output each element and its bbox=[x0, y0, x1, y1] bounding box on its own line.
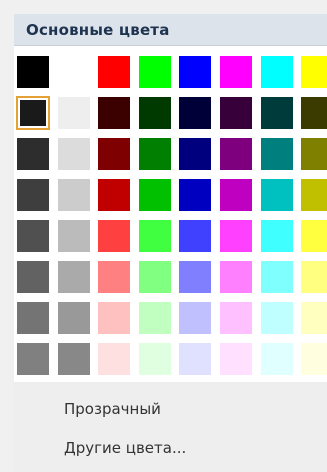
color-swatch[interactable] bbox=[58, 261, 90, 293]
color-swatch[interactable] bbox=[301, 261, 327, 293]
color-swatch[interactable] bbox=[58, 138, 90, 170]
color-swatch[interactable] bbox=[220, 97, 252, 129]
color-swatch[interactable] bbox=[179, 261, 211, 293]
color-swatch[interactable] bbox=[58, 302, 90, 334]
color-swatch[interactable] bbox=[98, 97, 130, 129]
color-swatch[interactable] bbox=[261, 56, 293, 88]
color-swatch[interactable] bbox=[139, 343, 171, 375]
color-swatch[interactable] bbox=[220, 56, 252, 88]
color-swatch[interactable] bbox=[139, 179, 171, 211]
color-swatch[interactable] bbox=[98, 179, 130, 211]
color-swatch[interactable] bbox=[98, 261, 130, 293]
color-swatch[interactable] bbox=[301, 179, 327, 211]
color-swatch[interactable] bbox=[261, 179, 293, 211]
color-swatch[interactable] bbox=[261, 138, 293, 170]
color-swatch[interactable] bbox=[179, 179, 211, 211]
color-swatch[interactable] bbox=[98, 302, 130, 334]
color-swatch[interactable] bbox=[220, 343, 252, 375]
color-swatch[interactable] bbox=[98, 56, 130, 88]
color-swatch[interactable] bbox=[139, 97, 171, 129]
color-swatch[interactable] bbox=[301, 56, 327, 88]
color-swatch[interactable] bbox=[301, 220, 327, 252]
color-swatch[interactable] bbox=[58, 97, 90, 129]
color-swatch[interactable] bbox=[179, 220, 211, 252]
color-swatch[interactable] bbox=[179, 138, 211, 170]
color-swatch[interactable] bbox=[139, 220, 171, 252]
color-swatch[interactable] bbox=[220, 261, 252, 293]
color-swatch[interactable] bbox=[179, 302, 211, 334]
color-swatch-selected[interactable] bbox=[16, 96, 50, 130]
color-swatch[interactable] bbox=[139, 302, 171, 334]
palette-title: Основные цвета bbox=[26, 21, 170, 39]
color-swatch[interactable] bbox=[98, 343, 130, 375]
color-swatch[interactable] bbox=[261, 343, 293, 375]
color-swatch[interactable] bbox=[220, 138, 252, 170]
color-swatch[interactable] bbox=[301, 97, 327, 129]
color-swatch[interactable] bbox=[58, 179, 90, 211]
color-swatch[interactable] bbox=[17, 343, 49, 375]
color-swatch[interactable] bbox=[98, 138, 130, 170]
color-swatch[interactable] bbox=[58, 343, 90, 375]
color-palette bbox=[14, 46, 327, 382]
color-swatch[interactable] bbox=[179, 56, 211, 88]
color-swatch[interactable] bbox=[17, 179, 49, 211]
color-swatch[interactable] bbox=[220, 302, 252, 334]
color-swatch[interactable] bbox=[58, 220, 90, 252]
color-swatch[interactable] bbox=[261, 302, 293, 334]
color-swatch[interactable] bbox=[179, 97, 211, 129]
color-swatch[interactable] bbox=[301, 138, 327, 170]
color-swatch[interactable] bbox=[58, 56, 90, 88]
color-swatch[interactable] bbox=[220, 179, 252, 211]
color-swatch[interactable] bbox=[17, 261, 49, 293]
color-swatch[interactable] bbox=[179, 343, 211, 375]
palette-footer: Прозрачный Другие цвета... bbox=[14, 382, 327, 472]
color-swatch[interactable] bbox=[261, 261, 293, 293]
color-swatch[interactable] bbox=[17, 56, 49, 88]
more-colors-option[interactable]: Другие цвета... bbox=[64, 439, 186, 457]
color-swatch[interactable] bbox=[17, 220, 49, 252]
color-swatch[interactable] bbox=[98, 220, 130, 252]
color-swatch[interactable] bbox=[17, 302, 49, 334]
color-swatch[interactable] bbox=[301, 302, 327, 334]
color-swatch[interactable] bbox=[261, 97, 293, 129]
palette-header: Основные цвета bbox=[14, 14, 327, 46]
color-swatch[interactable] bbox=[139, 261, 171, 293]
transparent-option[interactable]: Прозрачный bbox=[64, 400, 161, 418]
color-swatch[interactable] bbox=[139, 56, 171, 88]
color-swatch[interactable] bbox=[301, 343, 327, 375]
color-swatch[interactable] bbox=[220, 220, 252, 252]
color-swatch[interactable] bbox=[17, 138, 49, 170]
color-swatch[interactable] bbox=[261, 220, 293, 252]
color-swatch[interactable] bbox=[139, 138, 171, 170]
